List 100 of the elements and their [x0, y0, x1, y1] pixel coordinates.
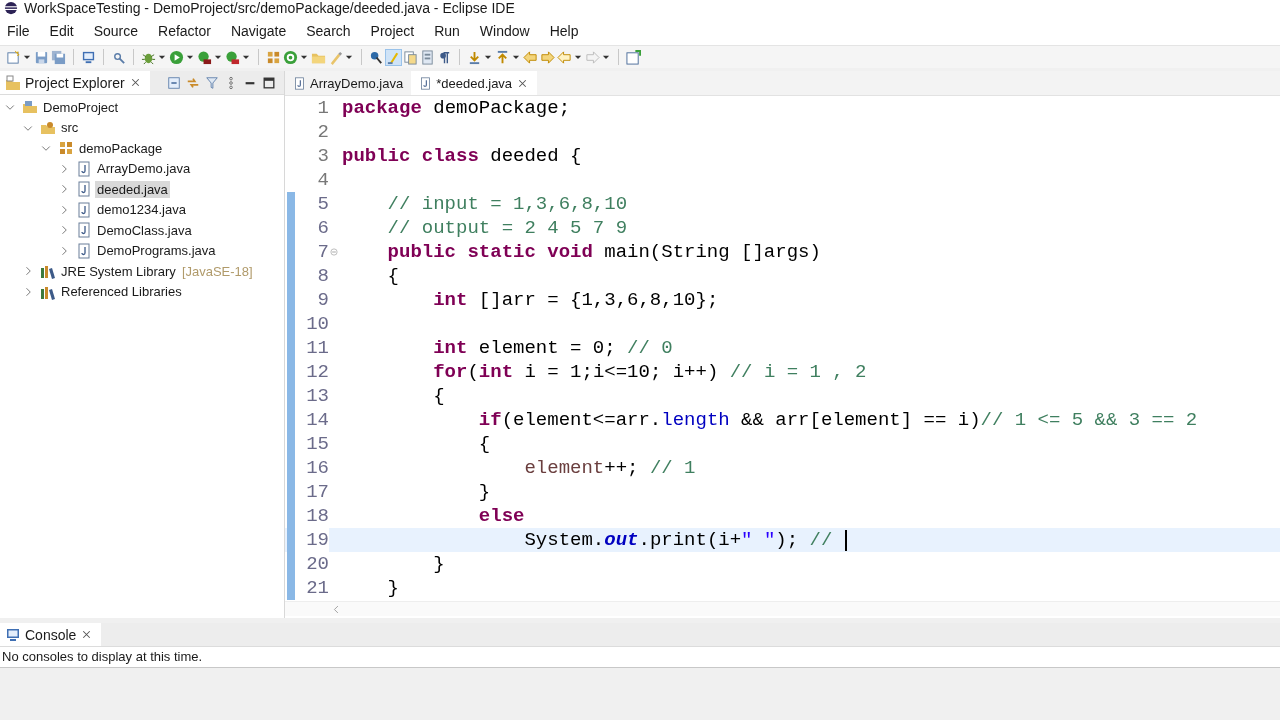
tree-item[interactable]: demoPackage: [77, 139, 165, 157]
line-number: 16: [306, 457, 329, 479]
collapse-all-icon[interactable]: [167, 75, 181, 90]
java-file-icon: [76, 222, 92, 239]
tree-item[interactable]: JRE System Library: [59, 262, 178, 280]
package-icon: [58, 140, 74, 157]
line-number: 15: [306, 433, 329, 455]
tree-item[interactable]: deeded.java: [95, 180, 170, 198]
filter-icon[interactable]: [205, 75, 219, 90]
tree-item[interactable]: Referenced Libraries: [59, 283, 184, 301]
menu-item[interactable]: Window: [478, 22, 540, 39]
code-text: []arr = {1,3,6,8,10};: [477, 289, 719, 311]
tree-decoration: [JavaSE-18]: [181, 263, 253, 279]
menu-item[interactable]: File: [6, 22, 40, 39]
line-number: 18: [306, 505, 329, 527]
line-number: 5: [317, 193, 329, 215]
document-icon[interactable]: [420, 49, 435, 65]
code-comment: // input = 1,3,6,8,10: [387, 193, 628, 215]
tree-item[interactable]: DemoPrograms.java: [95, 242, 218, 260]
line-number: 12: [306, 361, 329, 383]
code-text: System.: [524, 529, 605, 551]
folder-icon: [5, 74, 21, 91]
up-arrow-icon[interactable]: [495, 49, 510, 65]
tree-item[interactable]: ArrayDemo.java: [95, 160, 193, 178]
java-file-icon: [76, 242, 92, 259]
line-number: 13: [306, 385, 329, 407]
coverage-icon[interactable]: [197, 49, 212, 65]
java-file-icon: [76, 181, 92, 198]
keyword: for: [433, 361, 468, 383]
view-tab[interactable]: Project Explorer: [0, 71, 150, 94]
fold-icon[interactable]: [329, 247, 339, 257]
keyword: public class: [342, 145, 479, 167]
code-text: main(String []args): [603, 241, 821, 263]
line-number: 2: [317, 121, 329, 143]
menu-item[interactable]: Source: [92, 22, 149, 39]
save-all-icon[interactable]: [51, 49, 66, 65]
menu-item[interactable]: Search: [305, 22, 361, 39]
view-tab[interactable]: Console: [0, 623, 102, 646]
maximize-icon[interactable]: [262, 75, 276, 90]
tree-item[interactable]: DemoProject: [41, 98, 121, 116]
code-text: );: [775, 529, 800, 551]
view-title: Project Explorer: [25, 74, 125, 91]
line-number: 17: [306, 481, 329, 503]
tree-item[interactable]: demo1234.java: [95, 201, 188, 219]
project-icon: [22, 99, 38, 116]
code-text: (element<=arr.: [501, 409, 662, 431]
tree-item[interactable]: src: [59, 119, 81, 137]
code-text: ++;: [604, 457, 640, 479]
view-title: Console: [25, 626, 77, 643]
code-text: i = 1;i<=10; i++): [523, 361, 720, 383]
down-arrow-icon[interactable]: [467, 49, 482, 65]
java-file-icon: [76, 201, 92, 218]
code-text: element = 0;: [477, 337, 617, 359]
keyword: package: [342, 97, 422, 119]
java-file-icon: [419, 76, 433, 90]
perspective-icon[interactable]: [626, 49, 641, 65]
line-number: 21: [306, 577, 329, 599]
code-comment: // 0: [627, 337, 673, 359]
line-number: 1: [317, 97, 329, 119]
keyword: public static void: [387, 241, 593, 263]
right-arrow-icon[interactable]: [540, 49, 555, 65]
line-number: 9: [317, 289, 329, 311]
keyword: int: [478, 361, 514, 383]
code-comment: // 1 <= 5 && 3 == 2: [980, 409, 1198, 431]
menu-item[interactable]: Navigate: [229, 22, 297, 39]
search-icon[interactable]: [369, 49, 384, 65]
code-text: .print(i+: [638, 529, 742, 551]
line-number: 4: [317, 169, 329, 191]
menu-item[interactable]: Run: [433, 22, 470, 39]
line-number: 6: [317, 217, 329, 239]
tab-label: *deeded.java: [436, 75, 513, 91]
field-name: length: [661, 409, 730, 431]
line-number: 8: [317, 265, 329, 287]
java-file-icon: [293, 76, 306, 90]
code-text: {: [478, 433, 491, 455]
menu-item[interactable]: Project: [369, 22, 425, 39]
keyword: if: [478, 409, 502, 431]
library-icon: [40, 263, 56, 280]
tab-label: ArrayDemo.java: [310, 75, 404, 91]
static-field: out: [604, 529, 639, 551]
code-text: }: [387, 577, 399, 599]
menu-item[interactable]: Refactor: [157, 22, 221, 39]
code-text: }: [433, 553, 445, 575]
code-comment: // 1: [649, 457, 696, 479]
code-text: && arr[element] == i): [740, 409, 981, 431]
document-icon[interactable]: [403, 49, 418, 65]
pilcrow-icon[interactable]: [437, 49, 452, 65]
string-literal: " ": [741, 529, 776, 551]
monitor-icon[interactable]: [81, 49, 96, 65]
variable-name: element: [524, 457, 605, 479]
line-number: 3: [317, 145, 329, 167]
java-file-icon: [76, 160, 92, 177]
code-text: {: [433, 385, 445, 407]
editor-tab[interactable]: *deeded.java: [411, 71, 538, 95]
menu-item[interactable]: Help: [548, 22, 589, 39]
tree-item[interactable]: DemoClass.java: [95, 221, 194, 239]
menu-item[interactable]: Edit: [48, 22, 84, 39]
keyword: int: [433, 289, 468, 311]
external-tools-icon[interactable]: [225, 49, 240, 65]
package-icon[interactable]: [266, 49, 281, 65]
